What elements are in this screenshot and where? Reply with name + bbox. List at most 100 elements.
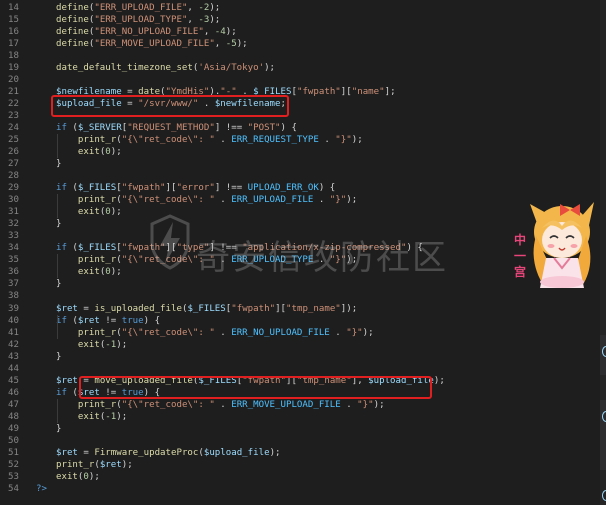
line-number: 16 [8, 27, 19, 38]
code-text: print_r("{\"ret_code\": " . ERR_MOVE_UPL… [77, 399, 385, 410]
watermark-text: 奇安信攻防社区 [196, 238, 448, 278]
code-line[interactable]: 40 if ($ret != true) { [0, 315, 600, 327]
line-number: 21 [8, 87, 19, 98]
line-number: 26 [8, 147, 19, 158]
line-number: 18 [8, 51, 19, 62]
code-text: define("ERR_MOVE_UPLOAD_FILE", -5); [56, 39, 248, 50]
code-text: $ret = is_uploaded_file($_FILES["fwpath"… [56, 303, 358, 314]
code-text: date_default_timezone_set('Asia/Tokyo'); [56, 63, 276, 74]
code-text: } [56, 279, 62, 290]
line-number: 28 [8, 171, 19, 182]
code-text: if ($_SERVER["REQUEST_METHOD"] !== "POST… [56, 123, 297, 134]
code-text: if ($_FILES["fwpath"]["error"] !== UPLOA… [56, 183, 336, 194]
line-number: 45 [8, 375, 19, 386]
code-line[interactable]: 18 [0, 50, 600, 62]
code-line[interactable]: 19 date_default_timezone_set('Asia/Tokyo'… [0, 62, 600, 74]
line-number: 44 [8, 363, 19, 374]
line-number: 36 [8, 267, 19, 278]
line-number: 39 [8, 303, 19, 314]
code-line[interactable]: 47 print_r("{\"ret_code\": " . ERR_MOVE_… [0, 399, 600, 411]
code-text: exit(0); [77, 147, 122, 158]
code-line[interactable]: 39 $ret = is_uploaded_file($_FILES["fwpat… [0, 303, 600, 315]
code-text: print_r("{\"ret_code\": " . ERR_REQUEST_… [77, 135, 363, 146]
code-line[interactable]: 52 print_r($ret); [0, 459, 600, 471]
line-number: 43 [8, 351, 19, 362]
code-line[interactable]: 43} [0, 351, 600, 363]
code-line[interactable]: 44 [0, 363, 600, 375]
code-text: define("ERR_UPLOAD_FILE", -2); [56, 3, 221, 13]
line-number: 46 [8, 387, 19, 398]
line-number: 51 [8, 447, 19, 458]
code-text: } [56, 159, 62, 170]
code-line[interactable]: 15 define("ERR_UPLOAD_TYPE", -3); [0, 14, 600, 26]
code-line[interactable]: 50 [0, 435, 600, 447]
info-circle-icon[interactable] [602, 490, 606, 501]
code-text: exit(0); [56, 471, 100, 482]
line-number: 33 [8, 231, 19, 242]
code-text: } [56, 219, 62, 230]
code-text: exit(-1); [77, 411, 128, 422]
line-number: 22 [8, 99, 19, 110]
watermark: 奇安信攻防社区 [148, 212, 508, 278]
code-line[interactable]: 54 ?> [0, 483, 600, 495]
code-text: print_r($ret); [56, 459, 133, 470]
code-line[interactable]: 16 define("ERR_NO_UPLOAD_FILE", -4); [0, 26, 600, 38]
line-number: 27 [8, 159, 19, 170]
line-number: 47 [8, 399, 19, 410]
code-line[interactable]: 27} [0, 158, 600, 170]
line-number: 38 [8, 291, 19, 302]
info-circle-icon[interactable] [602, 346, 606, 357]
line-number: 29 [8, 183, 19, 194]
code-text: define("ERR_NO_UPLOAD_FILE", -4); [56, 27, 237, 38]
code-line[interactable]: 41 print_r("{\"ret_code\": " . ERR_NO_UP… [0, 327, 600, 339]
code-line[interactable]: 17 define("ERR_MOVE_UPLOAD_FILE", -5); [0, 38, 600, 50]
line-number: 20 [8, 75, 19, 86]
code-line[interactable]: 24 if ($_SERVER["REQUEST_METHOD"] !== "PO… [0, 122, 600, 134]
code-line[interactable]: 20 [0, 74, 600, 86]
code-line[interactable]: 49} [0, 423, 600, 435]
code-line[interactable]: 25 print_r("{\"ret_code\": " . ERR_REQUE… [0, 134, 600, 146]
indent-guide [57, 254, 58, 279]
code-text: exit(0); [77, 207, 122, 218]
indent-guide [57, 194, 58, 219]
info-circle-icon[interactable] [602, 411, 606, 422]
code-line[interactable]: 29 if ($_FILES["fwpath"]["error"] !== UPL… [0, 182, 600, 194]
line-number: 25 [8, 135, 19, 146]
line-number: 31 [8, 207, 19, 218]
line-number: 35 [8, 255, 19, 266]
line-number: 17 [8, 39, 19, 50]
line-number: 14 [8, 3, 19, 13]
code-line[interactable]: 14 define("ERR_UPLOAD_FILE", -2); [0, 2, 600, 14]
code-line[interactable]: 48 exit(-1); [0, 411, 600, 423]
line-number: 34 [8, 243, 19, 254]
anime-girl-sticker-icon: 中一宫 [510, 196, 604, 292]
code-line[interactable]: 28 [0, 170, 600, 182]
code-line[interactable]: 38 [0, 290, 600, 302]
line-number: 40 [8, 315, 19, 326]
line-number: 30 [8, 195, 19, 206]
highlight-box-move-uploaded-file [79, 376, 432, 399]
code-text: } [56, 423, 62, 434]
code-text: exit(0); [77, 267, 122, 278]
highlight-box-upload-file [51, 95, 289, 117]
line-number: 24 [8, 123, 19, 134]
code-text: $ret = Firmware_updateProc($upload_file)… [56, 447, 281, 458]
line-number: 23 [8, 111, 19, 122]
code-line[interactable]: 51 $ret = Firmware_updateProc($upload_fil… [0, 447, 600, 459]
code-text: } [56, 351, 62, 362]
code-line[interactable]: 26 exit(0); [0, 146, 600, 158]
code-line[interactable]: 42 exit(-1); [0, 339, 600, 351]
line-number: 52 [8, 459, 19, 470]
indent-guide [57, 314, 58, 339]
line-number: 53 [8, 471, 19, 482]
line-number: 41 [8, 327, 19, 338]
indent-guide [57, 398, 58, 423]
line-number: 48 [8, 411, 19, 422]
line-number: 15 [8, 15, 19, 26]
line-number: 42 [8, 339, 19, 350]
sticker-caption: 中一宫 [514, 233, 527, 279]
line-number: 19 [8, 63, 19, 74]
code-text: print_r("{\"ret_code\": " . ERR_NO_UPLOA… [77, 327, 374, 338]
code-line[interactable]: 53 exit(0); [0, 471, 600, 483]
indent-guide [57, 134, 58, 159]
